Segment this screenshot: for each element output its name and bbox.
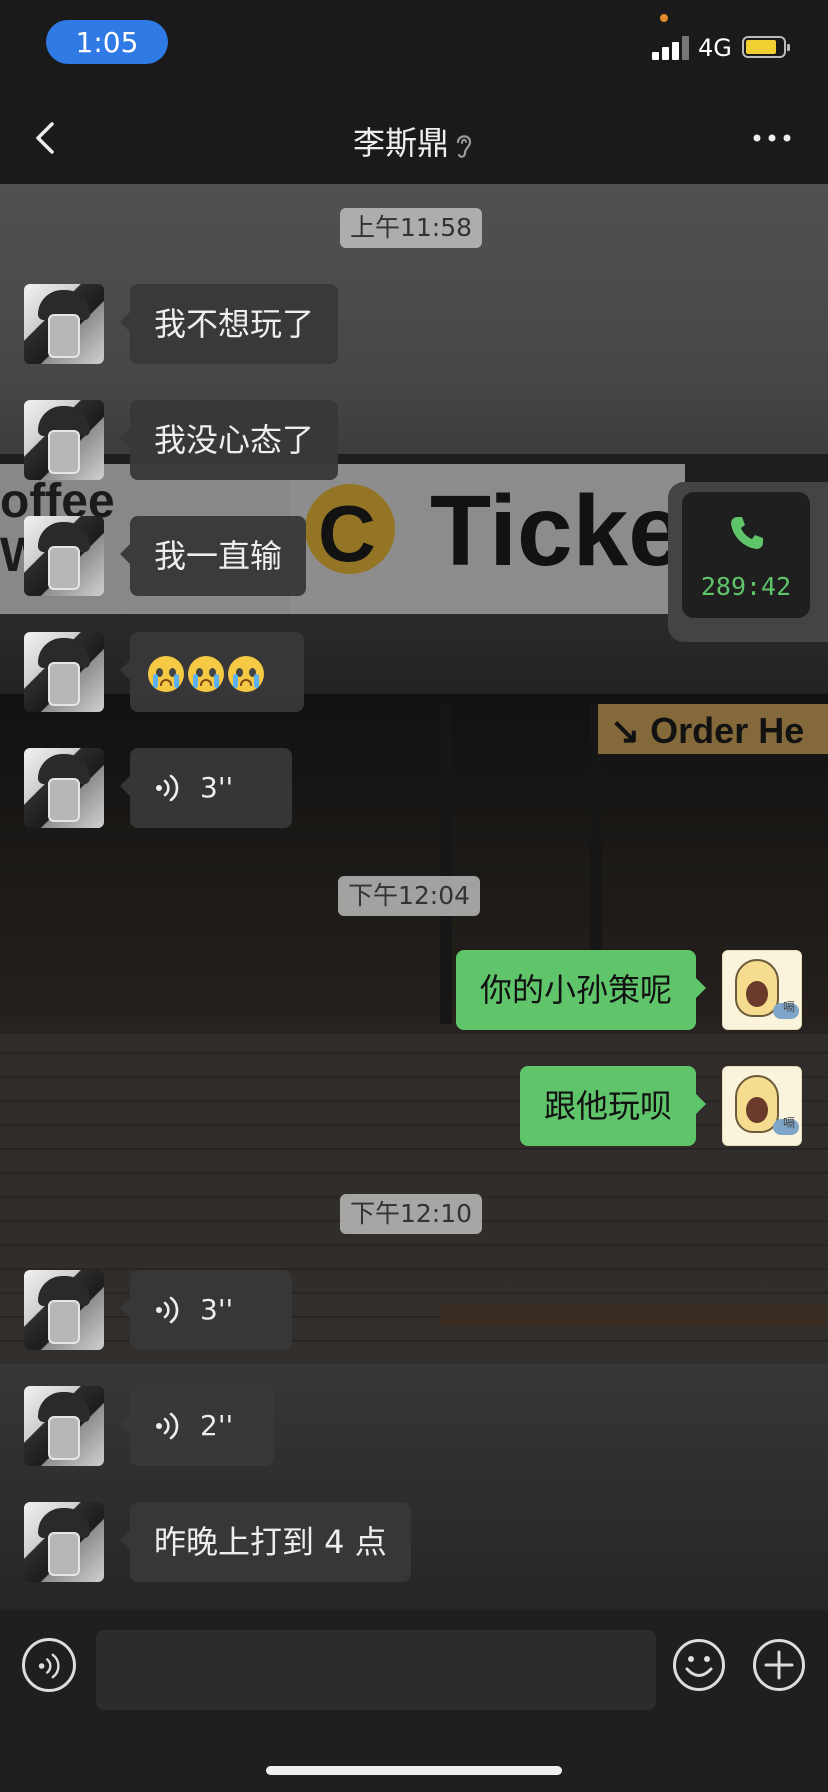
privacy-indicator-dot — [660, 14, 668, 22]
timestamp: 下午12:04 — [338, 876, 481, 916]
my-avatar[interactable]: 嗝 — [722, 1066, 802, 1146]
plus-icon[interactable] — [752, 1638, 806, 1692]
call-duration-timer: 289:42 — [700, 572, 792, 601]
crying-face-emoji-icon — [148, 656, 184, 692]
message-bubble-sent[interactable]: 你的小孙策呢 — [455, 950, 707, 1030]
message-bubble[interactable]: 我一直输 — [119, 516, 307, 596]
message-input[interactable] — [96, 1630, 656, 1710]
voice-message-bubble[interactable]: 2'' — [120, 1386, 274, 1466]
network-type: 4G — [698, 34, 732, 62]
contact-avatar[interactable] — [24, 1386, 104, 1466]
contact-avatar[interactable] — [24, 284, 104, 364]
voice-message-bubble[interactable]: 3'' — [120, 748, 292, 828]
more-icon[interactable] — [752, 132, 792, 144]
voice-wave-icon — [156, 1412, 179, 1440]
ear-icon — [456, 135, 472, 158]
contact-avatar[interactable] — [24, 748, 104, 828]
my-avatar[interactable]: 嗝 — [722, 950, 802, 1030]
contact-avatar[interactable] — [24, 400, 104, 480]
phone-icon — [731, 517, 763, 549]
message-bubble[interactable]: 我没心态了 — [119, 400, 339, 480]
voice-duration: 2'' — [200, 1409, 234, 1442]
contact-avatar[interactable] — [24, 1270, 104, 1350]
status-time[interactable]: 1:05 — [46, 20, 168, 64]
chat-title-row: 李斯鼎 — [0, 118, 828, 164]
voice-wave-icon — [156, 774, 179, 802]
avatar-caption: 嗝 — [782, 1000, 795, 1014]
avatar-caption: 嗝 — [782, 1116, 795, 1130]
floating-call-widget[interactable]: 289:42 — [668, 482, 828, 642]
contact-avatar[interactable] — [24, 516, 104, 596]
voice-duration: 3'' — [200, 1293, 234, 1326]
timestamp: 上午11:58 — [340, 208, 483, 248]
voice-input-button[interactable] — [22, 1638, 76, 1692]
chat-header: 李斯鼎 — [0, 90, 828, 184]
home-indicator[interactable] — [266, 1766, 562, 1775]
voice-wave-icon — [156, 1296, 179, 1324]
chat-input-bar — [0, 1610, 828, 1792]
voice-icon — [38, 1653, 60, 1679]
message-bubble-sent[interactable]: 跟他玩呗 — [519, 1066, 707, 1146]
contact-avatar[interactable] — [24, 632, 104, 712]
voice-duration: 3'' — [200, 771, 234, 804]
status-bar: 1:05 4G — [0, 0, 828, 90]
emoji-message-bubble[interactable] — [120, 632, 304, 712]
message-bubble[interactable]: 我不想玩了 — [119, 284, 339, 364]
crying-face-emoji-icon — [228, 656, 264, 692]
contact-avatar[interactable] — [24, 1502, 104, 1582]
crying-face-emoji-icon — [188, 656, 224, 692]
battery-icon — [742, 36, 790, 58]
emoji-face-icon[interactable] — [672, 1638, 726, 1692]
timestamp: 下午12:10 — [340, 1194, 483, 1234]
message-bubble[interactable]: 昨晚上打到 4 点 — [120, 1502, 411, 1582]
voice-message-bubble[interactable]: 3'' — [120, 1270, 292, 1350]
contact-name[interactable]: 李斯鼎 — [353, 124, 449, 162]
cellular-signal-icon — [652, 36, 692, 60]
